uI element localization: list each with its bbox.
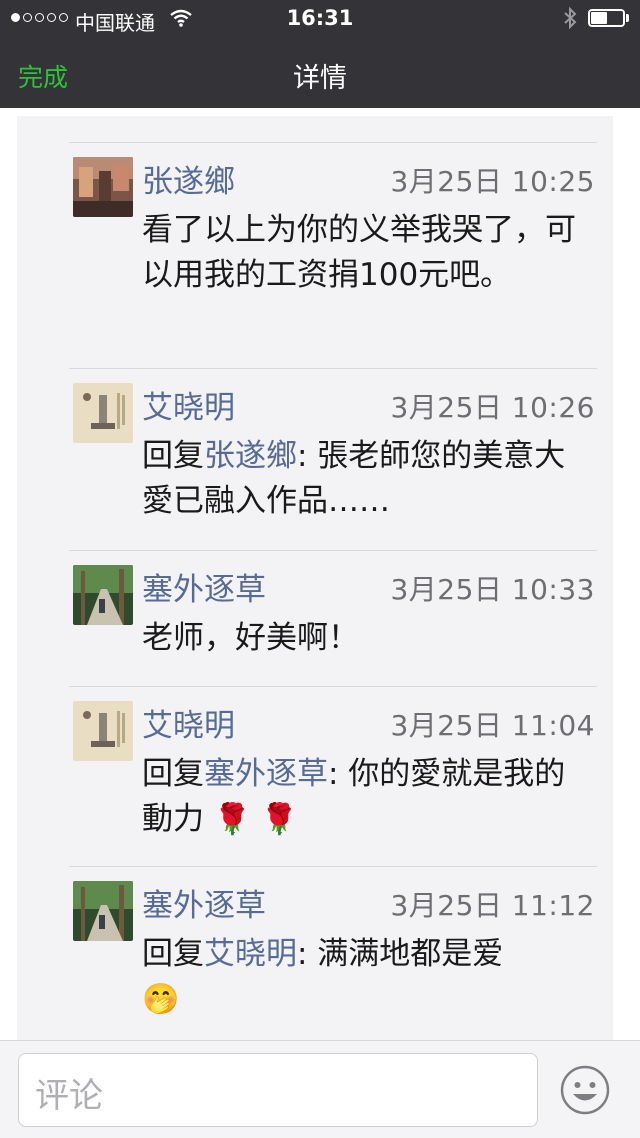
reply-prefix: 回复 xyxy=(142,438,204,474)
comment-content: 看了以上为你的义举我哭了，可以用我的工资捐100元吧。 xyxy=(142,212,576,293)
comment-timestamp: 3月25日 11:04 xyxy=(390,709,595,742)
comment-timestamp: 3月25日 10:26 xyxy=(390,391,595,424)
page-title: 详情 xyxy=(293,63,347,94)
top-bar: 中国联通 16:31 完成 详情 xyxy=(0,0,640,108)
comment-author[interactable]: 塞外逐草 xyxy=(142,880,266,925)
reply-prefix: 回复 xyxy=(142,756,204,792)
comment-text: 老师，好美啊！ xyxy=(142,616,592,661)
avatar[interactable] xyxy=(73,565,133,625)
avatar[interactable] xyxy=(73,383,133,443)
status-time: 16:31 xyxy=(286,6,354,30)
comment-timestamp: 3月25日 10:33 xyxy=(390,573,595,606)
emoji-picker-icon[interactable] xyxy=(560,1065,610,1115)
battery-icon xyxy=(588,9,630,27)
comment-input-bar: 评论 xyxy=(0,1040,640,1138)
reply-target-name[interactable]: 张遂鄉 xyxy=(204,438,297,474)
comment-content: 老师，好美啊！ xyxy=(142,620,359,656)
status-bar: 中国联通 16:31 xyxy=(0,0,640,36)
comment-divider xyxy=(69,866,597,867)
comment-author[interactable]: 艾晓明 xyxy=(142,700,235,745)
avatar[interactable] xyxy=(73,881,133,941)
comment-divider xyxy=(69,368,597,369)
avatar[interactable] xyxy=(73,157,133,217)
reply-target-name[interactable]: 艾晓明 xyxy=(204,936,297,972)
comment-author[interactable]: 塞外逐草 xyxy=(142,564,266,609)
avatar[interactable] xyxy=(73,701,133,761)
comment-divider xyxy=(69,142,597,143)
comment-divider xyxy=(69,686,597,687)
reply-target-name[interactable]: 塞外逐草 xyxy=(204,756,328,792)
comment-content: : 满满地都是爱 xyxy=(297,936,504,972)
comment-input[interactable]: 评论 xyxy=(18,1053,538,1127)
comment-input-placeholder: 评论 xyxy=(35,1076,103,1116)
comment-text: 回复张遂鄉: 張老師您的美意大愛已融入作品…… xyxy=(142,434,592,524)
comment-text: 看了以上为你的义举我哭了，可以用我的工资捐100元吧。 xyxy=(142,208,592,298)
comment-text: 回复艾晓明: 满满地都是爱 🤭 xyxy=(142,932,592,1022)
comment-timestamp: 3月25日 10:25 xyxy=(390,165,595,198)
comment-author[interactable]: 张遂鄉 xyxy=(142,156,235,201)
bluetooth-icon xyxy=(564,6,577,30)
rose-emoji: 🌹 🌹 xyxy=(213,802,299,837)
comment-text: 回复塞外逐草: 你的愛就是我的動力 🌹 🌹 xyxy=(142,752,592,842)
reply-prefix: 回复 xyxy=(142,936,204,972)
comments-area[interactable]: 张遂鄉 3月25日 10:25 看了以上为你的义举我哭了，可以用我的工资捐100… xyxy=(0,108,640,1040)
comment-author[interactable]: 艾晓明 xyxy=(142,382,235,427)
comment-divider xyxy=(69,550,597,551)
comments-panel: 张遂鄉 3月25日 10:25 看了以上为你的义举我哭了，可以用我的工资捐100… xyxy=(17,116,613,1040)
comment-timestamp: 3月25日 11:12 xyxy=(390,889,595,922)
emoji: 🤭 xyxy=(142,982,180,1017)
